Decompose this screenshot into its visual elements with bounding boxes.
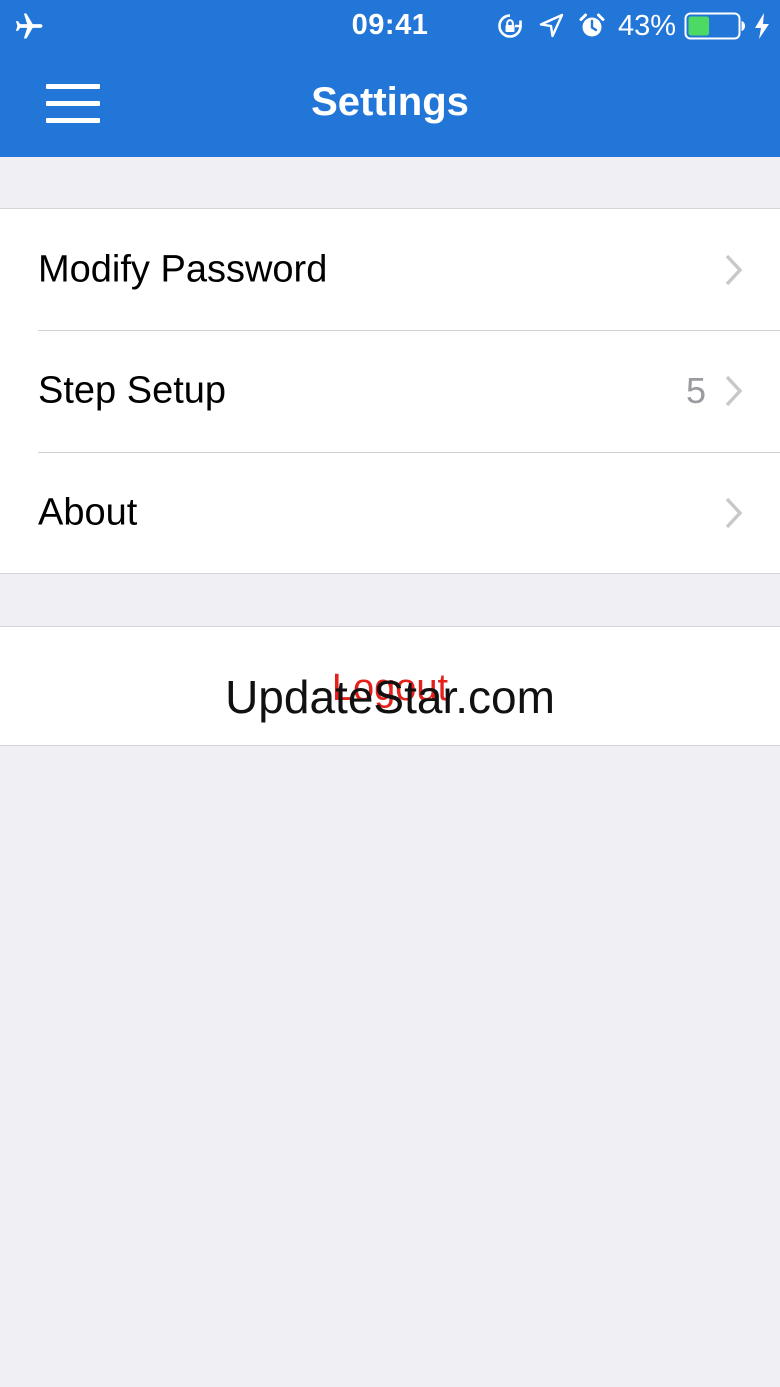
battery-icon <box>684 12 745 40</box>
chevron-right-icon <box>725 254 743 285</box>
status-bar: 09:41 43% <box>0 0 780 52</box>
chevron-right-icon <box>725 497 743 528</box>
rotation-lock-icon <box>498 14 522 38</box>
logout-button[interactable]: Logout <box>0 627 780 745</box>
status-indicators: 43% <box>482 9 770 43</box>
navigation-bar: Settings <box>0 52 780 157</box>
top-bar: 09:41 43% Settings <box>0 0 780 157</box>
battery-percentage: 43% <box>617 9 676 42</box>
settings-item-modify-password[interactable]: Modify Password <box>0 209 780 331</box>
logout-label: Logout <box>331 667 449 709</box>
settings-item-about[interactable]: About <box>0 452 780 574</box>
settings-list: Modify Password 5 Step Setup About <box>0 208 780 574</box>
step-setup-value: 5 <box>685 370 706 412</box>
location-arrow-icon <box>539 13 564 38</box>
settings-item-label: About <box>38 491 138 534</box>
settings-screen: 09:41 43% Settings Modify Password 5 Ste… <box>0 0 780 1387</box>
page-title: Settings <box>311 80 469 124</box>
alarm-icon <box>579 13 605 37</box>
charging-bolt-icon <box>755 13 769 39</box>
settings-item-step-setup[interactable]: 5 Step Setup <box>0 331 780 453</box>
logout-section: Logout <box>0 626 780 746</box>
settings-item-label: Step Setup <box>38 369 227 412</box>
chevron-right-icon <box>725 376 743 407</box>
settings-item-label: Modify Password <box>38 248 328 291</box>
